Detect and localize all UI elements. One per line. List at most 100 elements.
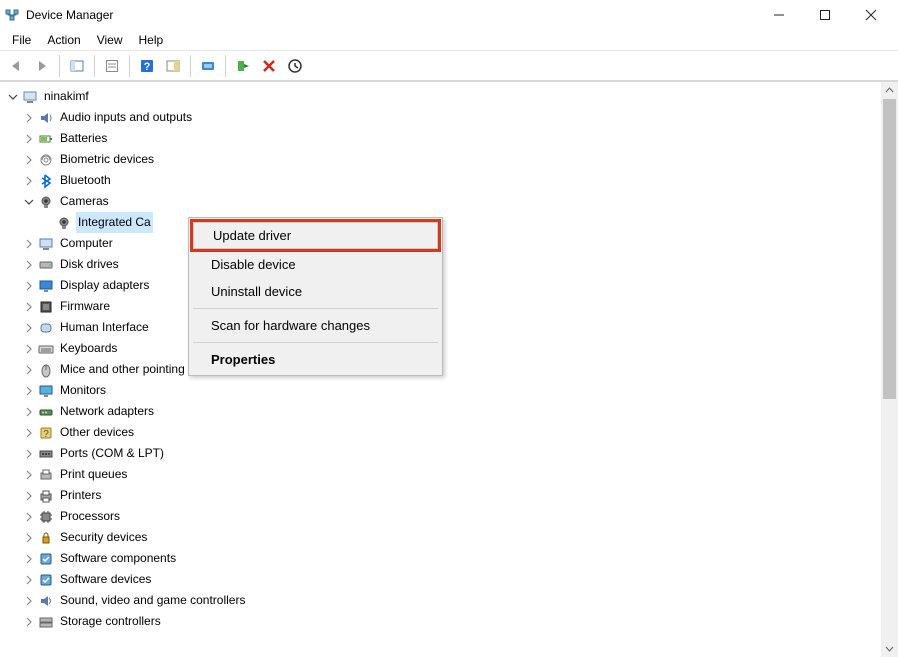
chevron-right-icon[interactable] bbox=[22, 363, 36, 377]
chevron-down-icon[interactable] bbox=[22, 195, 36, 209]
chevron-right-icon[interactable] bbox=[22, 153, 36, 167]
tree-category[interactable]: Processors bbox=[4, 506, 881, 527]
titlebar: Device Manager bbox=[0, 0, 898, 30]
chevron-right-icon[interactable] bbox=[22, 132, 36, 146]
tree-category[interactable]: Security devices bbox=[4, 527, 881, 548]
tree-root-label: ninakimf bbox=[42, 86, 91, 107]
hid-icon bbox=[38, 320, 54, 336]
tree-category[interactable]: Printers bbox=[4, 485, 881, 506]
chevron-right-icon[interactable] bbox=[22, 510, 36, 524]
back-button[interactable] bbox=[4, 54, 28, 78]
properties-button[interactable] bbox=[100, 54, 124, 78]
chevron-right-icon[interactable] bbox=[22, 174, 36, 188]
close-button[interactable] bbox=[848, 0, 894, 30]
chevron-right-icon[interactable] bbox=[22, 384, 36, 398]
maximize-button[interactable] bbox=[802, 0, 848, 30]
chevron-right-icon[interactable] bbox=[22, 111, 36, 125]
action-pane-button[interactable] bbox=[161, 54, 185, 78]
ctx-scan-hardware[interactable]: Scan for hardware changes bbox=[191, 312, 440, 339]
update-driver-button[interactable] bbox=[231, 54, 255, 78]
tree-category[interactable]: Storage controllers bbox=[4, 611, 881, 632]
security-icon bbox=[38, 530, 54, 546]
printq-icon bbox=[38, 467, 54, 483]
forward-button[interactable] bbox=[30, 54, 54, 78]
port-icon bbox=[38, 446, 54, 462]
svg-text:?: ? bbox=[43, 429, 49, 440]
tree-category[interactable]: Sound, video and game controllers bbox=[4, 590, 881, 611]
chevron-right-icon[interactable] bbox=[22, 342, 36, 356]
scroll-down-arrow[interactable] bbox=[881, 640, 898, 657]
chevron-right-icon[interactable] bbox=[22, 615, 36, 629]
menu-action[interactable]: Action bbox=[39, 31, 88, 49]
tree-category[interactable]: Cameras bbox=[4, 191, 881, 212]
svg-text:?: ? bbox=[144, 61, 151, 73]
mouse-icon bbox=[38, 362, 54, 378]
show-hide-console-tree-button[interactable] bbox=[65, 54, 89, 78]
ctx-separator bbox=[193, 308, 438, 309]
tree-category-label: Biometric devices bbox=[58, 149, 156, 170]
ctx-update-driver[interactable]: Update driver bbox=[190, 219, 441, 252]
tree-category-label: Firmware bbox=[58, 296, 112, 317]
tree-category[interactable]: Network adapters bbox=[4, 401, 881, 422]
chevron-right-icon[interactable] bbox=[22, 468, 36, 482]
chevron-right-icon[interactable] bbox=[22, 531, 36, 545]
tree-category[interactable]: Batteries bbox=[4, 128, 881, 149]
storage-icon bbox=[38, 614, 54, 630]
monitor-icon bbox=[38, 383, 54, 399]
ctx-uninstall[interactable]: Uninstall device bbox=[191, 278, 440, 305]
chevron-right-icon[interactable] bbox=[22, 573, 36, 587]
minimize-button[interactable] bbox=[756, 0, 802, 30]
tree-category[interactable]: Biometric devices bbox=[4, 149, 881, 170]
chevron-down-icon[interactable] bbox=[6, 90, 20, 104]
tree-category-label: Cameras bbox=[58, 191, 111, 212]
tree-category-label: Printers bbox=[58, 485, 103, 506]
help-button[interactable]: ? bbox=[135, 54, 159, 78]
chevron-right-icon[interactable] bbox=[22, 447, 36, 461]
chevron-right-icon[interactable] bbox=[22, 237, 36, 251]
tree-category-label: Batteries bbox=[58, 128, 109, 149]
toolbar: ? bbox=[0, 51, 898, 81]
tree-category[interactable]: Software devices bbox=[4, 569, 881, 590]
scrollbar[interactable] bbox=[881, 82, 898, 657]
printer-icon bbox=[38, 488, 54, 504]
tree-category[interactable]: Print queues bbox=[4, 464, 881, 485]
computer-icon bbox=[22, 89, 38, 105]
chevron-right-icon[interactable] bbox=[22, 594, 36, 608]
ctx-disable-device[interactable]: Disable device bbox=[191, 251, 440, 278]
tree-category[interactable]: Bluetooth bbox=[4, 170, 881, 191]
software-icon bbox=[38, 572, 54, 588]
scroll-up-arrow[interactable] bbox=[881, 82, 898, 99]
chevron-right-icon[interactable] bbox=[22, 321, 36, 335]
tree-category-label: Print queues bbox=[58, 464, 129, 485]
tree-category[interactable]: Audio inputs and outputs bbox=[4, 107, 881, 128]
ctx-separator bbox=[193, 342, 438, 343]
chevron-right-icon[interactable] bbox=[22, 300, 36, 314]
tree-category-label: Other devices bbox=[58, 422, 136, 443]
tree-root[interactable]: ninakimf bbox=[4, 86, 881, 107]
display-icon bbox=[38, 278, 54, 294]
chevron-right-icon[interactable] bbox=[22, 405, 36, 419]
chevron-right-icon[interactable] bbox=[22, 426, 36, 440]
tree-category[interactable]: Ports (COM & LPT) bbox=[4, 443, 881, 464]
battery-icon bbox=[38, 131, 54, 147]
chevron-right-icon[interactable] bbox=[22, 489, 36, 503]
tree-category[interactable]: Software components bbox=[4, 548, 881, 569]
menu-file[interactable]: File bbox=[4, 31, 39, 49]
chevron-right-icon[interactable] bbox=[22, 552, 36, 566]
scroll-thumb[interactable] bbox=[883, 99, 896, 399]
uninstall-button[interactable] bbox=[257, 54, 281, 78]
tree-category[interactable]: ? Other devices bbox=[4, 422, 881, 443]
firmware-icon bbox=[38, 299, 54, 315]
scan-hardware-button[interactable] bbox=[196, 54, 220, 78]
tree-category-label: Processors bbox=[58, 506, 122, 527]
disable-button[interactable] bbox=[283, 54, 307, 78]
menu-view[interactable]: View bbox=[89, 31, 131, 49]
chevron-right-icon[interactable] bbox=[22, 258, 36, 272]
chevron-right-icon[interactable] bbox=[22, 279, 36, 293]
tree-category-label: Storage controllers bbox=[58, 611, 163, 632]
tree-category-label: Software devices bbox=[58, 569, 153, 590]
ctx-properties[interactable]: Properties bbox=[191, 346, 440, 373]
tree-category[interactable]: Monitors bbox=[4, 380, 881, 401]
window-title: Device Manager bbox=[26, 8, 756, 22]
menu-help[interactable]: Help bbox=[131, 31, 172, 49]
